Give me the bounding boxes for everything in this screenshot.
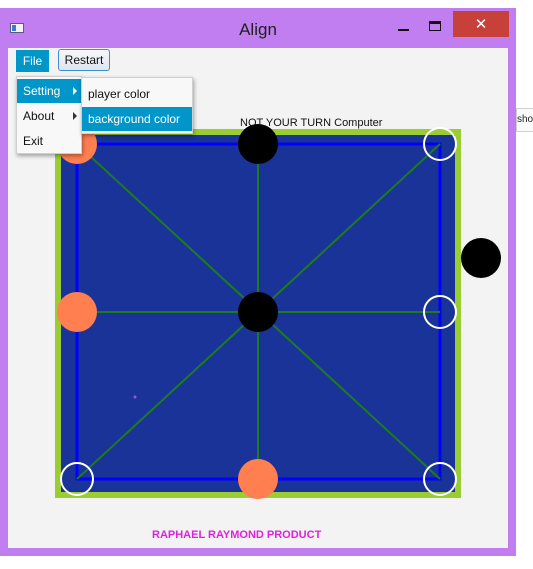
menu-item-about[interactable]: About bbox=[17, 104, 81, 128]
background-window-fragment: sho bbox=[516, 108, 533, 132]
menu-item-label: Exit bbox=[23, 134, 44, 148]
maximize-icon bbox=[429, 21, 441, 31]
maximize-button[interactable] bbox=[420, 12, 450, 40]
setting-submenu: player color background color bbox=[81, 77, 193, 134]
menu-item-exit[interactable]: Exit bbox=[17, 129, 81, 153]
restart-button[interactable]: Restart bbox=[58, 49, 110, 71]
computer-piece[interactable] bbox=[238, 292, 278, 332]
footer-credit: RAPHAEL RAYMOND PRODUCT bbox=[152, 529, 322, 541]
title-bar[interactable]: Align ✕ bbox=[0, 8, 516, 41]
player-piece[interactable] bbox=[238, 459, 278, 499]
minimize-button[interactable] bbox=[388, 12, 418, 40]
submenu-arrow-icon bbox=[73, 112, 77, 120]
desktop: Align ✕ File Restart NOT YOUR TURN Compu… bbox=[0, 0, 533, 569]
submenu-item-background-color[interactable]: background color bbox=[82, 107, 192, 131]
file-dropdown: Setting About Exit bbox=[16, 76, 82, 154]
computer-piece[interactable] bbox=[238, 124, 278, 164]
close-icon: ✕ bbox=[474, 16, 488, 33]
menu-item-label: About bbox=[23, 109, 55, 123]
file-menu[interactable]: File bbox=[16, 50, 49, 72]
reserve-computer-piece[interactable] bbox=[461, 238, 501, 278]
app-window: Align ✕ File Restart NOT YOUR TURN Compu… bbox=[0, 8, 516, 556]
minimize-icon bbox=[397, 29, 409, 31]
menu-bar: File Restart bbox=[8, 48, 508, 74]
submenu-item-player-color[interactable]: player color bbox=[82, 82, 192, 106]
close-button[interactable]: ✕ bbox=[453, 11, 509, 37]
turn-status: NOT YOUR TURN Computer bbox=[240, 117, 383, 129]
player-piece[interactable] bbox=[57, 292, 97, 332]
menu-item-setting[interactable]: Setting bbox=[17, 79, 81, 103]
client-area: File Restart NOT YOUR TURN Computer Sett… bbox=[8, 48, 508, 548]
submenu-arrow-icon bbox=[73, 87, 77, 95]
menu-item-label: Setting bbox=[23, 84, 61, 98]
board-dot bbox=[133, 395, 137, 399]
